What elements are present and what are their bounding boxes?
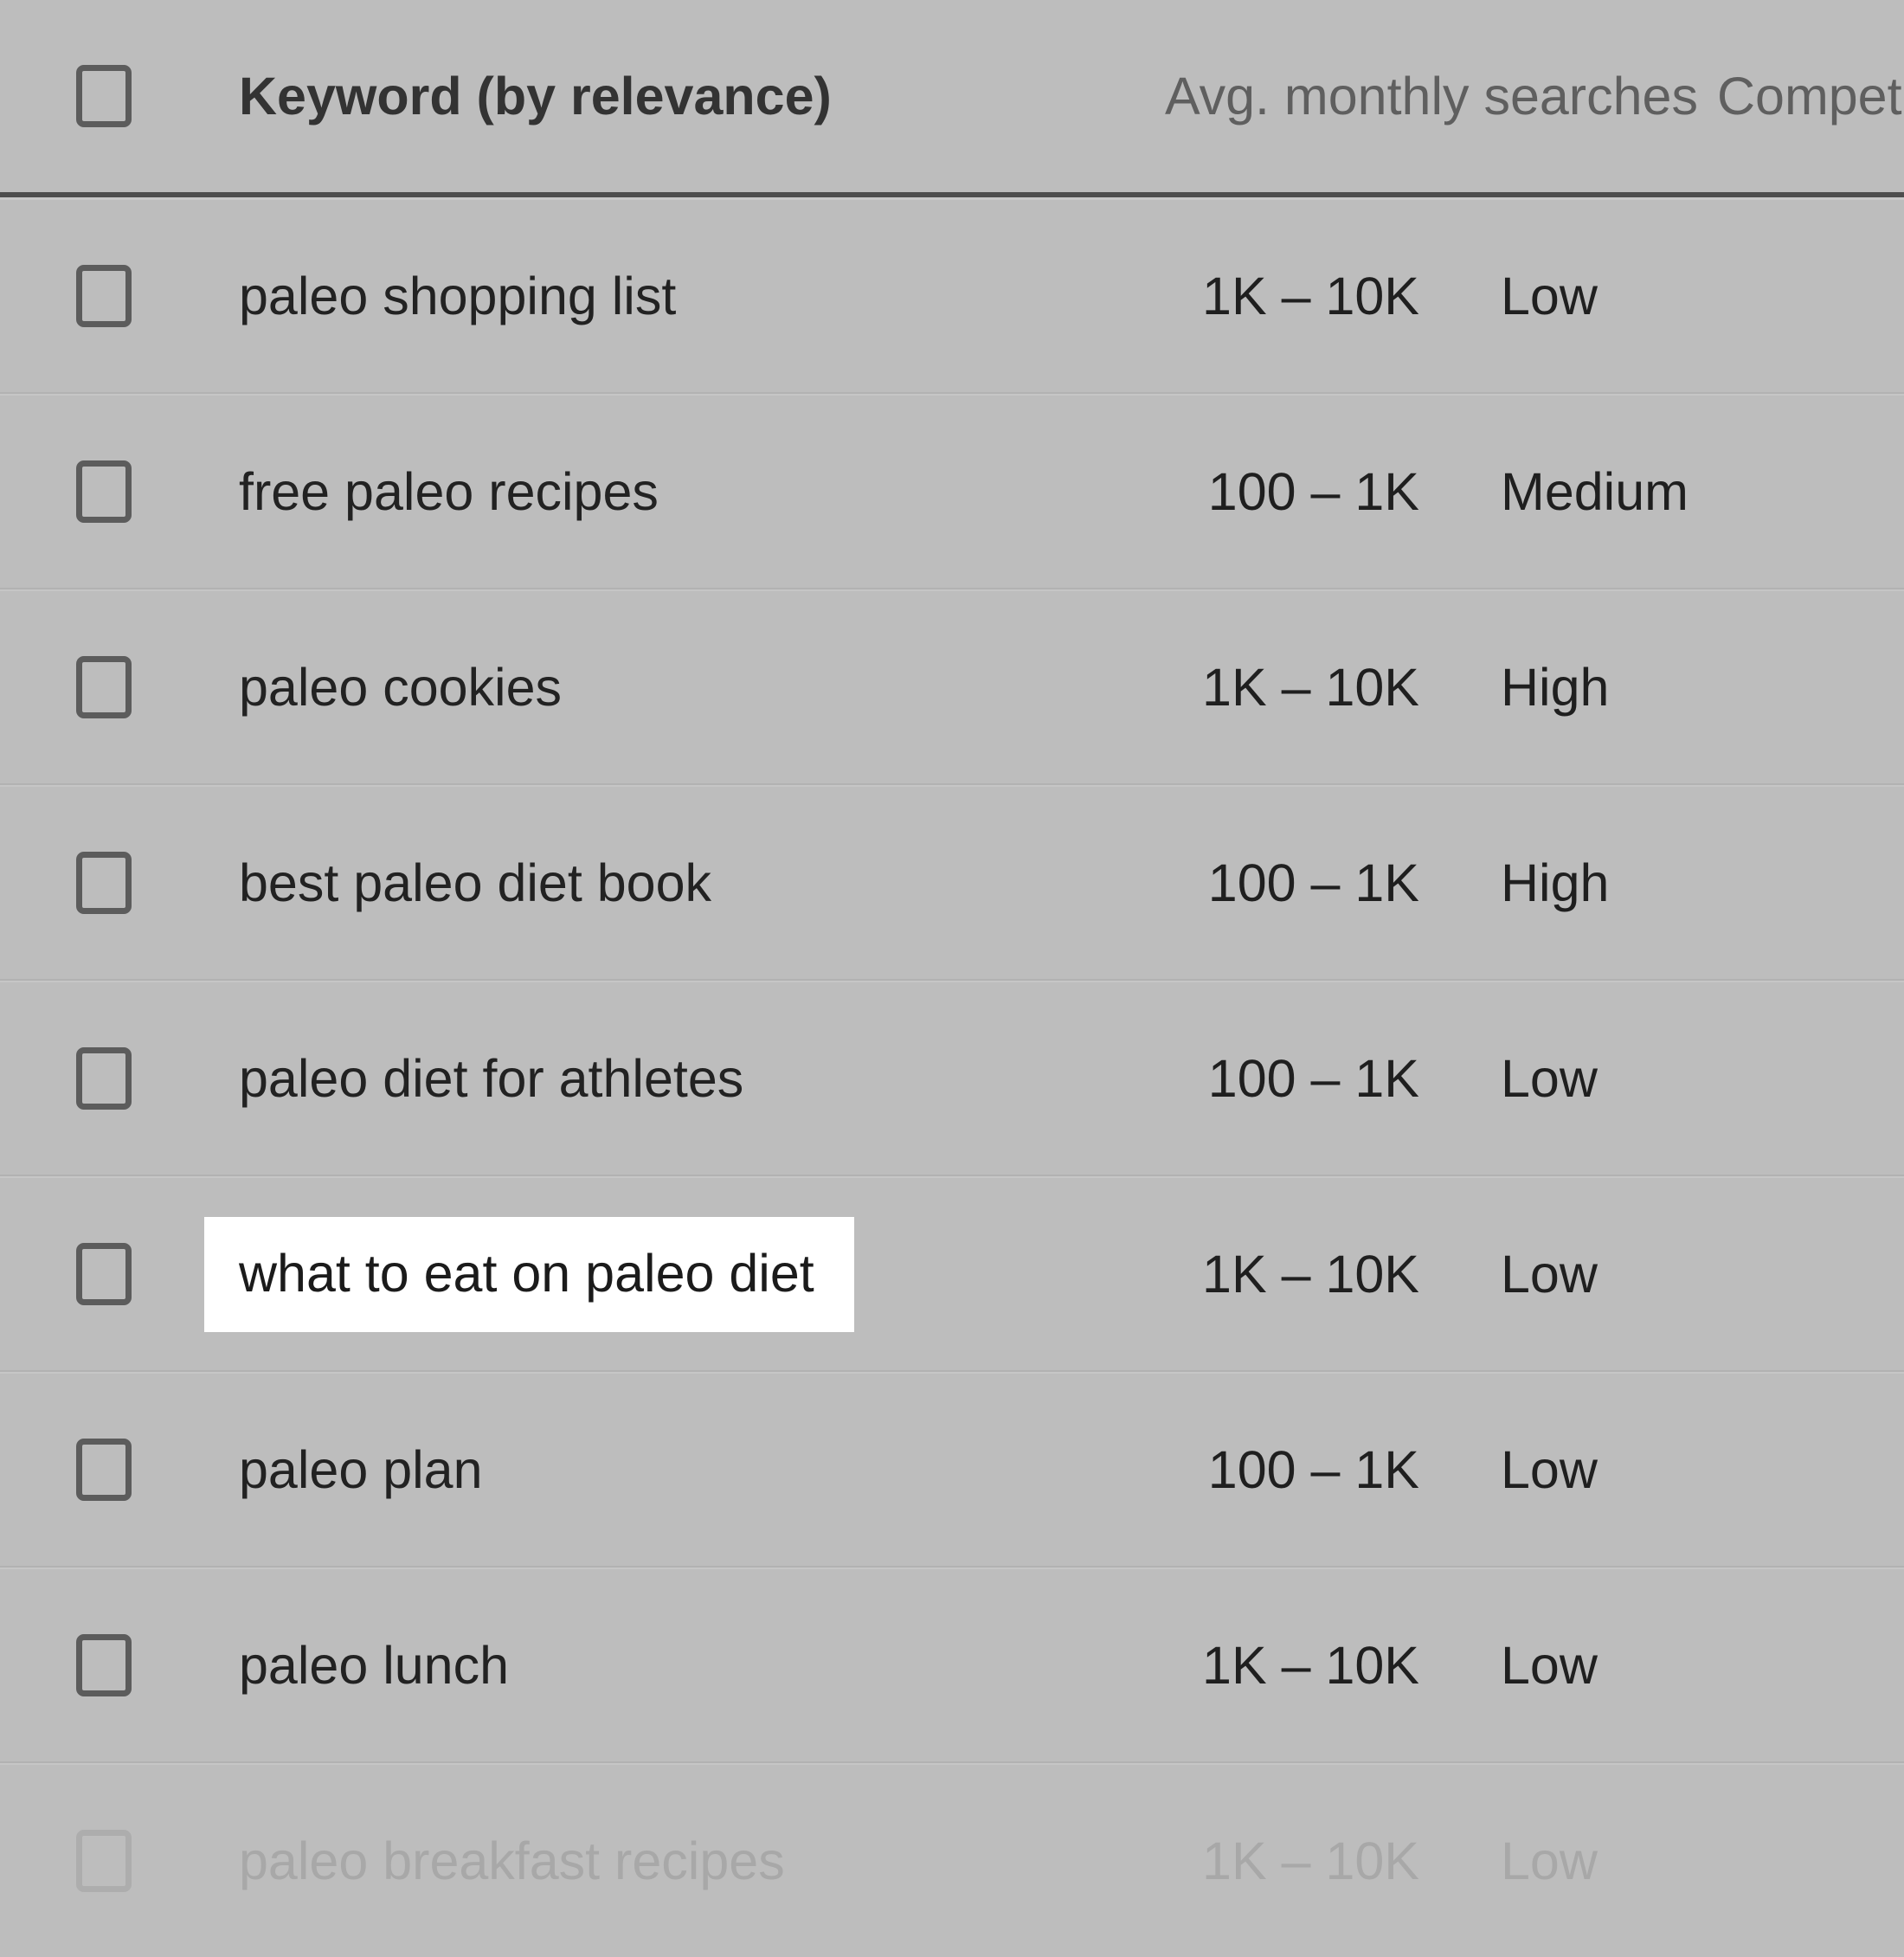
table-row[interactable]: free paleo recipes 100 – 1K Medium: [0, 396, 1904, 588]
competition-value: Low: [1501, 1439, 1598, 1499]
competition-value: High: [1501, 657, 1610, 717]
keyword-highlight: what to eat on paleo diet: [204, 1216, 854, 1332]
row-checkbox-cell: [0, 1439, 201, 1501]
keyword-cell[interactable]: paleo plan: [201, 1439, 1160, 1499]
avg-monthly-searches-value: 1K – 10K: [1202, 657, 1419, 717]
column-header-keyword: Keyword (by relevance): [239, 66, 832, 126]
competition-value: Medium: [1501, 461, 1689, 521]
table-row[interactable]: best paleo diet book 100 – 1K High: [0, 787, 1904, 979]
keyword-cell[interactable]: paleo shopping list: [201, 266, 1160, 325]
row-checkbox[interactable]: [76, 852, 132, 914]
keyword-text: free paleo recipes: [239, 461, 659, 521]
avg-monthly-searches-value: 1K – 10K: [1202, 1831, 1419, 1890]
keyword-text: paleo shopping list: [239, 266, 677, 325]
keyword-cell[interactable]: paleo diet for athletes: [201, 1048, 1160, 1108]
row-checkbox[interactable]: [76, 1439, 132, 1501]
competition-value: Low: [1501, 1244, 1598, 1304]
table-row[interactable]: paleo breakfast recipes 1K – 10K Low: [0, 1765, 1904, 1957]
avg-monthly-searches-value: 100 – 1K: [1207, 461, 1419, 521]
keyword-cell[interactable]: best paleo diet book: [201, 853, 1160, 912]
avg-monthly-searches-cell: 1K – 10K: [1160, 1244, 1428, 1304]
avg-monthly-searches-cell: 100 – 1K: [1160, 853, 1428, 912]
row-checkbox[interactable]: [76, 1243, 132, 1305]
competition-cell: Low: [1428, 266, 1904, 325]
column-header-avg-monthly-searches: Avg. monthly searches: [1165, 66, 1698, 126]
competition-cell: Low: [1428, 1439, 1904, 1499]
row-checkbox-cell: [0, 1243, 201, 1305]
avg-monthly-searches-cell: 100 – 1K: [1160, 1439, 1428, 1499]
header-competition-cell[interactable]: Competition: [1698, 66, 1904, 126]
competition-cell: High: [1428, 657, 1904, 717]
row-checkbox[interactable]: [76, 1830, 132, 1892]
keyword-text: paleo plan: [239, 1439, 483, 1499]
keyword-text: paleo cookies: [239, 657, 563, 717]
competition-value: Low: [1501, 266, 1598, 325]
avg-monthly-searches-value: 1K – 10K: [1202, 1244, 1419, 1304]
competition-value: Low: [1501, 1831, 1598, 1890]
row-checkbox-cell: [0, 1830, 201, 1892]
avg-monthly-searches-cell: 100 – 1K: [1160, 1048, 1428, 1108]
table-row[interactable]: paleo plan 100 – 1K Low: [0, 1374, 1904, 1566]
avg-monthly-searches-value: 1K – 10K: [1202, 1635, 1419, 1695]
keyword-cell[interactable]: free paleo recipes: [201, 461, 1160, 521]
competition-cell: High: [1428, 853, 1904, 912]
avg-monthly-searches-value: 100 – 1K: [1207, 1048, 1419, 1108]
header-volume-cell[interactable]: Avg. monthly searches: [1160, 66, 1698, 126]
avg-monthly-searches-value: 100 – 1K: [1207, 853, 1419, 912]
avg-monthly-searches-value: 1K – 10K: [1202, 266, 1419, 325]
keyword-text: paleo diet for athletes: [239, 1048, 744, 1108]
keyword-cell[interactable]: paleo lunch: [201, 1635, 1160, 1695]
row-checkbox-cell: [0, 460, 201, 523]
avg-monthly-searches-cell: 1K – 10K: [1160, 1635, 1428, 1695]
table-row[interactable]: what to eat on paleo diet 1K – 10K Low: [0, 1178, 1904, 1370]
table-row[interactable]: paleo diet for athletes 100 – 1K Low: [0, 982, 1904, 1175]
avg-monthly-searches-cell: 1K – 10K: [1160, 266, 1428, 325]
table-row[interactable]: paleo shopping list 1K – 10K Low: [0, 200, 1904, 392]
row-checkbox-cell: [0, 1047, 201, 1110]
competition-value: Low: [1501, 1635, 1598, 1695]
competition-cell: Low: [1428, 1831, 1904, 1890]
keyword-cell[interactable]: paleo cookies: [201, 657, 1160, 717]
keyword-text: best paleo diet book: [239, 853, 712, 912]
row-checkbox[interactable]: [76, 656, 132, 718]
competition-cell: Low: [1428, 1635, 1904, 1695]
keyword-results-table: Keyword (by relevance) Avg. monthly sear…: [0, 0, 1904, 1892]
row-checkbox-cell: [0, 265, 201, 327]
keyword-text: paleo breakfast recipes: [239, 1831, 785, 1890]
table-row[interactable]: paleo lunch 1K – 10K Low: [0, 1569, 1904, 1761]
header-keyword-cell[interactable]: Keyword (by relevance): [201, 66, 1160, 126]
competition-value: Low: [1501, 1048, 1598, 1108]
competition-value: High: [1501, 853, 1610, 912]
competition-cell: Medium: [1428, 461, 1904, 521]
row-checkbox[interactable]: [76, 1047, 132, 1110]
column-header-competition: Competition: [1716, 66, 1904, 126]
avg-monthly-searches-cell: 100 – 1K: [1160, 461, 1428, 521]
row-checkbox-cell: [0, 656, 201, 718]
keyword-cell[interactable]: paleo breakfast recipes: [201, 1831, 1160, 1890]
competition-cell: Low: [1428, 1048, 1904, 1108]
competition-cell: Low: [1428, 1244, 1904, 1304]
row-checkbox[interactable]: [76, 1634, 132, 1696]
avg-monthly-searches-value: 100 – 1K: [1207, 1439, 1419, 1499]
keyword-cell[interactable]: what to eat on paleo diet: [201, 1216, 1160, 1332]
table-body: paleo shopping list 1K – 10K Low free paleo…: [0, 200, 1904, 1957]
table-header-row: Keyword (by relevance) Avg. monthly sear…: [0, 0, 1904, 192]
row-checkbox-cell: [0, 1634, 201, 1696]
avg-monthly-searches-cell: 1K – 10K: [1160, 1831, 1428, 1890]
avg-monthly-searches-cell: 1K – 10K: [1160, 657, 1428, 717]
row-checkbox[interactable]: [76, 460, 132, 523]
header-checkbox-cell: [0, 65, 201, 127]
select-all-checkbox[interactable]: [76, 65, 132, 127]
keyword-text: paleo lunch: [239, 1635, 510, 1695]
row-checkbox[interactable]: [76, 265, 132, 327]
row-checkbox-cell: [0, 852, 201, 914]
table-row[interactable]: paleo cookies 1K – 10K High: [0, 591, 1904, 783]
keyword-text: what to eat on paleo diet: [239, 1243, 814, 1303]
